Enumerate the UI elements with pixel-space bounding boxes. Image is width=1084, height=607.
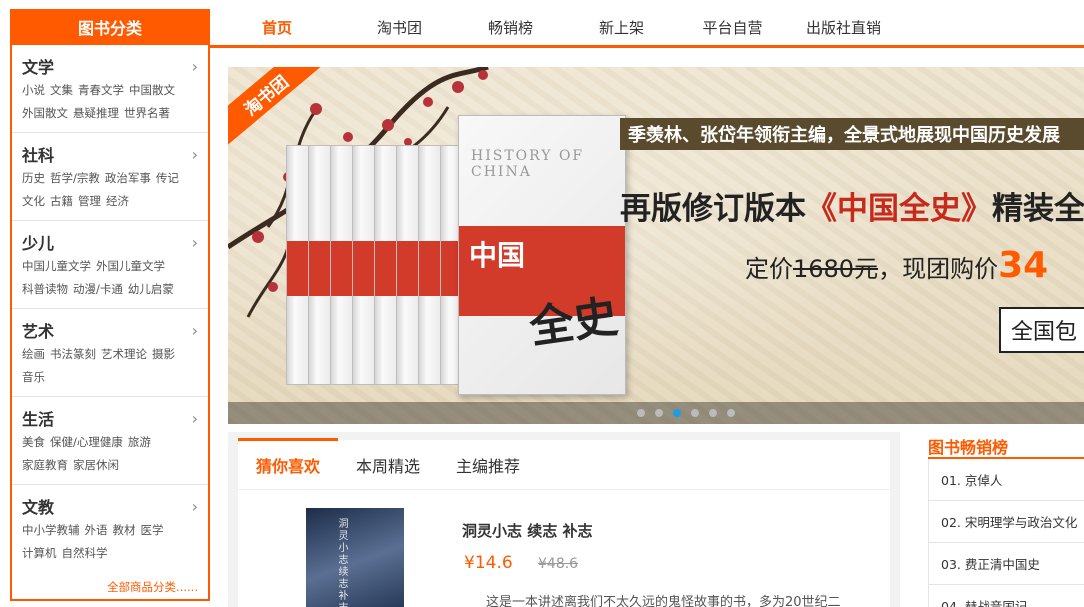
chevron-right-icon[interactable]: › [192,57,198,76]
category-link[interactable]: 经济 [106,194,129,208]
category-link[interactable]: 计算机 [22,546,57,560]
category-link[interactable]: 家庭教育 [22,458,68,472]
bestseller-item[interactable]: 04. 赫战音国记 [929,585,1084,607]
category-link[interactable]: 青春文学 [78,83,124,97]
category-link[interactable]: 政治军事 [105,171,151,185]
category-link[interactable]: 绘画 [22,347,45,361]
category-link[interactable]: 世界名著 [124,106,170,120]
product-description: 这是一本讲述离我们不太久远的鬼怪故事的书，多为20世纪二 [486,595,841,607]
category-link[interactable]: 医学 [141,523,164,537]
category-link[interactable]: 旅游 [128,435,151,449]
category-link[interactable]: 家居休闲 [73,458,119,472]
nav-bestsellers[interactable]: 畅销榜 [455,17,566,38]
chevron-right-icon[interactable]: › [192,497,198,516]
category-social-science: 社科 › 历史 哲学/宗教 政治军事 传记 文化 古籍 管理 经济 [12,133,208,221]
banner-price: 定价1680元，现团购价34 [745,245,1049,286]
tab-editor-picks[interactable]: 主编推荐 [438,453,538,489]
carousel-indicators [228,402,1084,424]
carousel-dot[interactable] [655,409,663,417]
category-title[interactable]: 艺术 [22,318,54,342]
category-link[interactable]: 中小学教辅 [22,523,80,537]
product-title[interactable]: 洞灵小志 续志 补志 [462,520,592,541]
category-title[interactable]: 文学 [22,54,54,78]
category-education: 文教 › 中小学教辅 外语 教材 医学 计算机 自然科学 [12,485,208,573]
category-link[interactable]: 保健/心理健康 [50,435,123,449]
bestseller-item[interactable]: 01. 京倬人 [929,459,1084,501]
nav-divider [210,45,1084,48]
bestseller-item[interactable]: 02. 宋明理学与政治文化 [929,501,1084,543]
category-link[interactable]: 动漫/卡通 [73,282,123,296]
category-life: 生活 › 美食 保健/心理健康 旅游 家庭教育 家居休闲 [12,397,208,485]
category-link[interactable]: 科普读物 [22,282,68,296]
category-link[interactable]: 古籍 [50,194,73,208]
category-link[interactable]: 音乐 [22,370,45,384]
category-header: 图书分类 [10,9,210,45]
category-literature: 文学 › 小说 文集 青春文学 中国散文 外国散文 悬疑推理 世界名著 [12,45,208,133]
nav-home[interactable]: 首页 [210,17,344,38]
product-price: ¥14.6 [464,553,513,573]
category-link[interactable]: 文化 [22,194,45,208]
category-link[interactable]: 历史 [22,171,45,185]
bestseller-item[interactable]: 03. 费正清中国史 [929,543,1084,585]
category-title[interactable]: 生活 [22,406,54,430]
chevron-right-icon[interactable]: › [192,233,198,252]
top-nav: 首页 淘书团 畅销榜 新上架 平台自营 出版社直销 [210,9,1084,45]
carousel-dot-active[interactable] [673,409,681,417]
product-cover-image[interactable]: 洞灵小志续志补志 [306,508,404,607]
category-art: 艺术 › 绘画 书法篆刻 艺术理论 摄影 音乐 [12,309,208,397]
category-link[interactable]: 外语 [85,523,108,537]
recommend-tabs: 猜你喜欢 本周精选 主编推荐 [238,438,890,490]
category-children: 少儿 › 中国儿童文学 外国儿童文学 科普读物 动漫/卡通 幼儿启蒙 [12,221,208,309]
book-cover-title-en: HISTORY OF CHINA [471,148,585,180]
nav-publisher-direct[interactable]: 出版社直销 [788,17,899,38]
category-link[interactable]: 艺术理论 [101,347,147,361]
category-link[interactable]: 美食 [22,435,45,449]
category-sidebar: 文学 › 小说 文集 青春文学 中国散文 外国散文 悬疑推理 世界名著 社科 › 历史 哲学… [10,45,210,601]
category-link[interactable]: 传记 [156,171,179,185]
tab-guess-you-like[interactable]: 猜你喜欢 [238,438,339,489]
category-title[interactable]: 社科 [22,142,54,166]
category-title[interactable]: 少儿 [22,230,54,254]
product-original-price: ¥48.6 [538,556,579,572]
banner-headline: 再版修订版本《中国全史》精装全 [620,191,1084,227]
category-link[interactable]: 文集 [50,83,73,97]
nav-self-operated[interactable]: 平台自营 [677,17,788,38]
category-link[interactable]: 教材 [113,523,136,537]
book-set-image: HISTORY OF CHINA 中国 全史 [286,109,696,409]
promo-banner[interactable]: HISTORY OF CHINA 中国 全史 淘书团 季羡林、张岱年领衔主编，全… [228,67,1084,424]
chevron-right-icon[interactable]: › [192,321,198,340]
category-link[interactable]: 外国散文 [22,106,68,120]
bestsellers-list: 01. 京倬人 02. 宋明理学与政治文化 03. 费正清中国史 04. 赫战音… [928,459,1084,607]
book-cover: HISTORY OF CHINA 中国 全史 [458,115,626,395]
category-link[interactable]: 幼儿启蒙 [128,282,174,296]
carousel-dot[interactable] [727,409,735,417]
category-link[interactable]: 外国儿童文学 [96,259,165,273]
category-link[interactable]: 哲学/宗教 [50,171,100,185]
recommend-panel: 猜你喜欢 本周精选 主编推荐 洞灵小志续志补志 洞灵小志 续志 补志 ¥14.6… [228,432,900,607]
tab-weekly-picks[interactable]: 本周精选 [338,453,438,489]
book-cover-title-zh: 中国 [469,239,526,272]
category-link[interactable]: 中国儿童文学 [22,259,91,273]
carousel-dot[interactable] [637,409,645,417]
category-link[interactable]: 中国散文 [129,83,175,97]
category-link[interactable]: 小说 [22,83,45,97]
carousel-dot[interactable] [691,409,699,417]
banner-free-shipping-badge[interactable]: 全国包 [999,307,1084,353]
book-cover-calligraphy: 全史 [526,291,621,354]
category-title[interactable]: 文教 [22,494,54,518]
banner-tagline: 季羡林、张岱年领衔主编，全景式地展现中国历史发展 [620,118,1084,150]
category-link[interactable]: 悬疑推理 [73,106,119,120]
category-link[interactable]: 自然科学 [62,546,108,560]
carousel-dot[interactable] [709,409,717,417]
chevron-right-icon[interactable]: › [192,409,198,428]
category-link[interactable]: 书法篆刻 [50,347,96,361]
category-link[interactable]: 管理 [78,194,101,208]
nav-group-buy[interactable]: 淘书团 [344,17,455,38]
category-link[interactable]: 摄影 [152,347,175,361]
bestsellers-title: 图书畅销榜 [928,438,1009,457]
chevron-right-icon[interactable]: › [192,145,198,164]
all-categories-link[interactable]: 全部商品分类...... [107,579,198,595]
nav-new-arrivals[interactable]: 新上架 [566,17,677,38]
